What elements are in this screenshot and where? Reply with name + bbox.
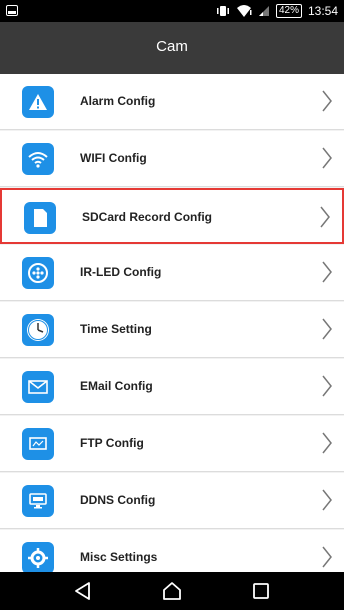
alarm-icon	[22, 86, 54, 118]
battery-indicator: 42%	[275, 4, 302, 18]
vibrate-icon	[216, 5, 230, 17]
menu-item-label: Alarm Config	[80, 94, 156, 108]
menu-item-ir-led-config[interactable]: IR-LED Config	[0, 245, 344, 301]
menu-item-misc-settings[interactable]: Misc Settings	[0, 530, 344, 572]
menu-item-label: Time Setting	[80, 322, 152, 336]
menu-item-ddns-config[interactable]: DDNS Config	[0, 473, 344, 529]
gear-icon	[22, 542, 54, 572]
menu-item-time-setting[interactable]: Time Setting	[0, 302, 344, 358]
sdcard-icon	[24, 202, 56, 234]
chevron-right-icon	[322, 261, 332, 283]
menu-item-label: SDCard Record Config	[82, 210, 213, 224]
menu-item-label: WIFI Config	[80, 151, 147, 165]
chevron-right-icon	[322, 432, 332, 454]
chevron-right-icon	[322, 90, 332, 112]
ftp-icon	[22, 428, 54, 460]
status-bar: 42% 13:54	[0, 0, 344, 22]
menu-item-label: DDNS Config	[80, 493, 156, 507]
recents-icon[interactable]	[251, 581, 271, 601]
menu-item-label: Misc Settings	[80, 550, 158, 564]
back-icon[interactable]	[73, 581, 93, 601]
app-bar: Cam	[0, 22, 344, 74]
chevron-right-icon	[322, 375, 332, 397]
menu-item-email-config[interactable]: EMail Config	[0, 359, 344, 415]
config-menu-list: Alarm Config WIFI Config SDCard Record C…	[0, 74, 344, 572]
menu-item-ftp-config[interactable]: FTP Config	[0, 416, 344, 472]
menu-item-label: IR-LED Config	[80, 265, 162, 279]
notification-icon	[6, 5, 18, 16]
chevron-right-icon	[322, 489, 332, 511]
menu-item-sdcard-record-config[interactable]: SDCard Record Config	[0, 188, 344, 244]
email-icon	[22, 371, 54, 403]
clock-icon	[22, 314, 54, 346]
signal-icon	[258, 5, 270, 17]
menu-item-wifi-config[interactable]: WIFI Config	[0, 131, 344, 187]
menu-item-label: FTP Config	[80, 436, 144, 450]
page-title: Cam	[156, 38, 188, 55]
wifi-icon	[22, 143, 54, 175]
chevron-right-icon	[322, 147, 332, 169]
chevron-right-icon	[322, 318, 332, 340]
clock-time: 13:54	[307, 4, 338, 18]
status-icons: 42% 13:54	[216, 0, 338, 22]
chevron-right-icon	[322, 546, 332, 568]
system-nav-bar	[0, 572, 344, 610]
ir-led-icon	[22, 257, 54, 289]
home-icon[interactable]	[162, 581, 182, 601]
menu-item-label: EMail Config	[80, 379, 153, 393]
menu-item-alarm-config[interactable]: Alarm Config	[0, 74, 344, 130]
chevron-right-icon	[320, 206, 330, 228]
wifi-icon	[236, 4, 252, 18]
ddns-icon	[22, 485, 54, 517]
